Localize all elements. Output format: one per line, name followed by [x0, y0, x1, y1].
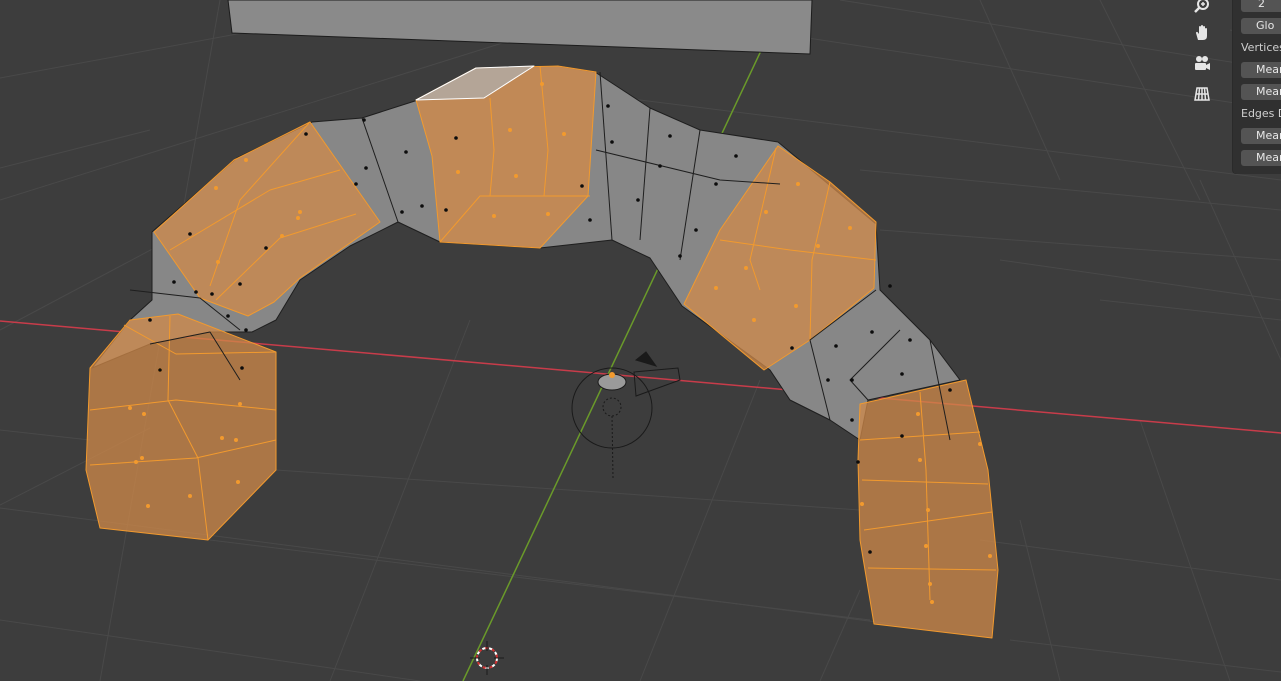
- edges-mean-button-1[interactable]: Mean: [1241, 128, 1281, 144]
- top-value-field[interactable]: 2: [1241, 0, 1281, 12]
- global-button[interactable]: Glo: [1241, 18, 1281, 34]
- light-object[interactable]: [571, 367, 653, 479]
- 3d-cursor[interactable]: [470, 641, 504, 675]
- 3d-viewport[interactable]: [0, 0, 1281, 681]
- edges-mean-button-2[interactable]: Mean: [1241, 150, 1281, 166]
- zoom-icon[interactable]: [1188, 0, 1216, 18]
- hand-pan-icon[interactable]: [1188, 20, 1216, 46]
- navigation-gizmo: [1188, 0, 1216, 110]
- sidebar-panel: 2 Glo Vertices Mean Mean Edges D Mean Me…: [1233, 0, 1281, 174]
- vertices-mean-button-2[interactable]: Mean: [1241, 84, 1281, 100]
- camera-object[interactable]: [633, 351, 681, 397]
- vertices-label: Vertices: [1241, 41, 1281, 54]
- camera-view-icon[interactable]: [1188, 50, 1216, 76]
- edges-label: Edges D: [1241, 107, 1281, 120]
- ortho-grid-icon[interactable]: [1188, 81, 1216, 107]
- vertices-mean-button-1[interactable]: Mean: [1241, 62, 1281, 78]
- background-cube-face: [227, 0, 813, 55]
- scene-canvas[interactable]: [0, 0, 1281, 681]
- arch-mesh[interactable]: [85, 65, 999, 639]
